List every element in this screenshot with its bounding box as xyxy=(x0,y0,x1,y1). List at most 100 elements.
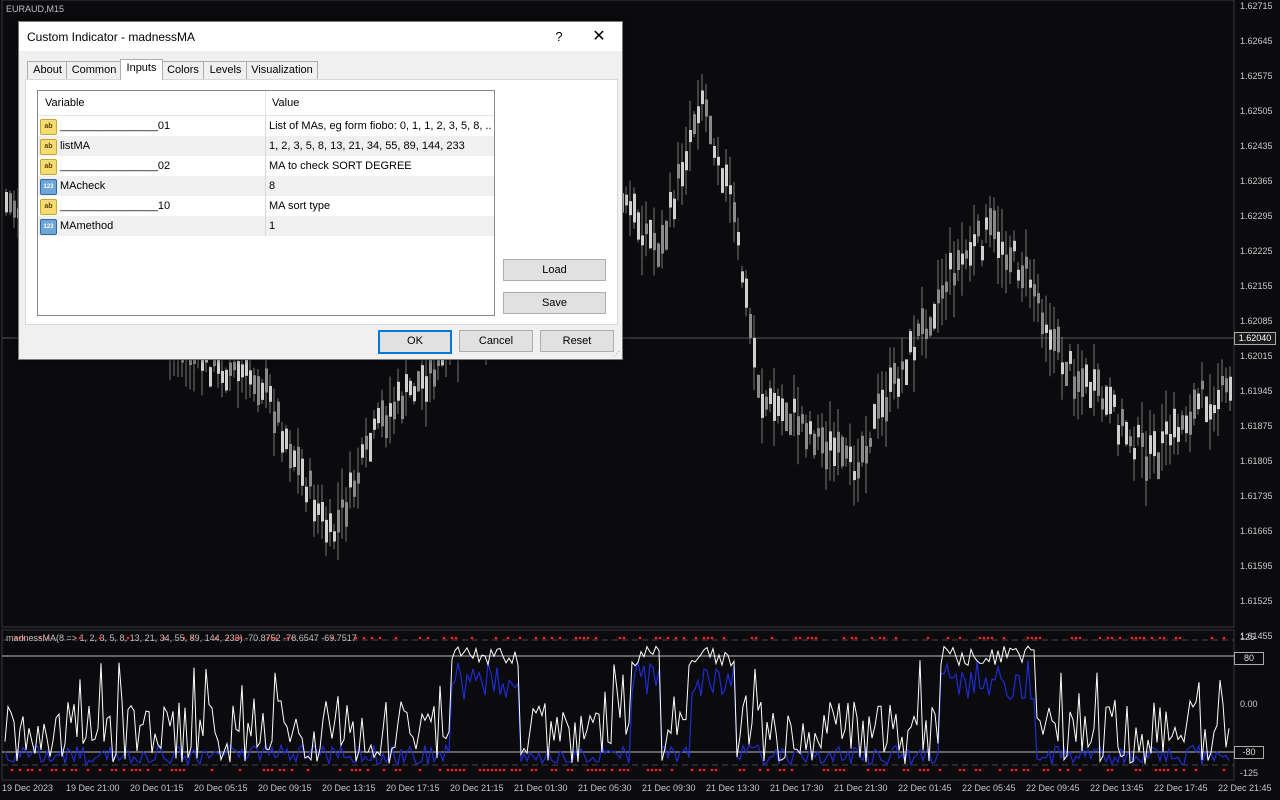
column-variable[interactable]: Variable xyxy=(45,97,85,109)
time-tick-label: 20 Dec 17:15 xyxy=(386,783,440,793)
tab-levels[interactable]: Levels xyxy=(203,61,248,79)
save-button[interactable]: Save xyxy=(503,292,606,314)
candle-body xyxy=(821,427,824,454)
candle-body xyxy=(645,223,648,235)
candle-body xyxy=(733,202,736,223)
indicator-dot-bottom xyxy=(130,768,134,772)
input-row[interactable]: 123 MAcheck 8 xyxy=(38,176,494,196)
candle-body xyxy=(769,388,772,405)
string-type-icon: ab xyxy=(40,139,57,155)
load-button[interactable]: Load xyxy=(503,259,606,281)
indicator-dot-bottom xyxy=(654,768,658,772)
candle-body xyxy=(1085,364,1088,387)
candle-body xyxy=(317,503,320,515)
candle-body xyxy=(1033,284,1036,297)
reset-button[interactable]: Reset xyxy=(540,330,614,352)
candle-body xyxy=(625,194,628,206)
indicator-dot-bottom xyxy=(486,768,490,772)
candle-body xyxy=(1093,369,1096,391)
indicator-dot-top xyxy=(1142,636,1146,640)
ok-button[interactable]: OK xyxy=(378,330,452,354)
input-value[interactable]: MA to check SORT DEGREE xyxy=(269,160,491,172)
tab-visualization[interactable]: Visualization xyxy=(246,61,318,79)
candle-body xyxy=(1209,404,1212,420)
candle-body xyxy=(1165,421,1168,435)
indicator-dot-bottom xyxy=(438,768,442,772)
resize-grip-icon[interactable]: ⋰ xyxy=(613,350,621,358)
indicator-dot-top xyxy=(550,636,554,640)
candle-body xyxy=(997,231,1000,259)
candle-body xyxy=(697,106,700,124)
indicator-level-lower: -80 xyxy=(1234,746,1264,759)
price-tick-label: 1.61945 xyxy=(1240,386,1273,396)
indicator-dot-bottom xyxy=(262,768,266,772)
candle-body xyxy=(297,446,300,476)
indicator-dot-bottom xyxy=(306,768,310,772)
input-name: MAcheck xyxy=(60,180,106,192)
candle-body xyxy=(1077,371,1080,392)
input-row[interactable]: 123 MAmethod 1 xyxy=(38,216,494,236)
dialog-titlebar[interactable]: Custom Indicator - madnessMA ? ✕ xyxy=(19,22,622,51)
candle-body xyxy=(885,397,888,422)
help-button[interactable]: ? xyxy=(549,27,569,47)
candle-body xyxy=(349,472,352,488)
input-value[interactable]: 8 xyxy=(269,180,491,192)
candle-body xyxy=(901,361,904,370)
row-divider xyxy=(265,216,266,236)
column-value[interactable]: Value xyxy=(272,97,299,109)
tab-common[interactable]: Common xyxy=(66,61,122,79)
input-row[interactable]: ab ________________01 List of MAs, eg fo… xyxy=(38,116,494,136)
indicator-dot-bottom xyxy=(1106,768,1110,772)
candle-body xyxy=(817,428,820,437)
indicator-dot-top xyxy=(654,636,658,640)
indicator-dot-bottom xyxy=(458,768,462,772)
input-value[interactable]: MA sort type xyxy=(269,200,491,212)
tab-colors[interactable]: Colors xyxy=(161,61,205,79)
price-tick-label: 1.61805 xyxy=(1240,456,1273,466)
time-tick-label: 20 Dec 05:15 xyxy=(194,783,248,793)
candle-body xyxy=(237,360,240,382)
candle-body xyxy=(1025,256,1028,269)
candle-body xyxy=(657,243,660,267)
indicator-dot-bottom xyxy=(790,768,794,772)
column-divider[interactable] xyxy=(265,91,266,115)
indicator-dot-bottom xyxy=(1110,768,1114,772)
indicator-dot-bottom xyxy=(962,768,966,772)
candle-body xyxy=(685,151,688,171)
candle-body xyxy=(973,234,976,247)
indicator-dot-bottom xyxy=(782,768,786,772)
time-tick-label: 21 Dec 13:30 xyxy=(706,783,760,793)
candle-body xyxy=(1065,361,1068,386)
input-row[interactable]: ab ________________02 MA to check SORT D… xyxy=(38,156,494,176)
indicator-dot-top xyxy=(506,636,510,640)
input-value[interactable]: List of MAs, eg form fiobo: 0, 1, 1, 2, … xyxy=(269,120,491,132)
indicator-dot-bottom xyxy=(866,768,870,772)
time-tick-label: 20 Dec 21:15 xyxy=(450,783,504,793)
candle-body xyxy=(1121,408,1124,427)
input-value[interactable]: 1 xyxy=(269,220,491,232)
indicator-dot-bottom xyxy=(658,768,662,772)
candle-body xyxy=(1201,380,1204,390)
input-row[interactable]: ab listMA 1, 2, 3, 5, 8, 13, 21, 34, 55,… xyxy=(38,136,494,156)
indicator-dot-top xyxy=(854,636,858,640)
price-tick-label: 1.62365 xyxy=(1240,176,1273,186)
close-button[interactable]: ✕ xyxy=(589,27,609,47)
indicator-dot-bottom xyxy=(54,768,58,772)
indicator-dot-bottom xyxy=(134,768,138,772)
candle-body xyxy=(673,198,676,220)
tab-inputs[interactable]: Inputs xyxy=(120,59,163,80)
indicator-dot-bottom xyxy=(1182,768,1186,772)
cancel-button[interactable]: Cancel xyxy=(459,330,533,352)
input-row[interactable]: ab ________________10 MA sort type xyxy=(38,196,494,216)
price-tick-label: 1.61735 xyxy=(1240,491,1273,501)
candle-body xyxy=(705,99,708,117)
candle-body xyxy=(957,250,960,271)
indicator-dot-top xyxy=(494,636,498,640)
tab-about[interactable]: About xyxy=(27,61,68,79)
indicator-dot-bottom xyxy=(670,768,674,772)
candle-body xyxy=(629,201,632,216)
candle-body xyxy=(1101,398,1104,410)
candle-body xyxy=(229,362,232,376)
input-value[interactable]: 1, 2, 3, 5, 8, 13, 21, 34, 55, 89, 144, … xyxy=(269,140,491,152)
candle-body xyxy=(721,168,724,193)
